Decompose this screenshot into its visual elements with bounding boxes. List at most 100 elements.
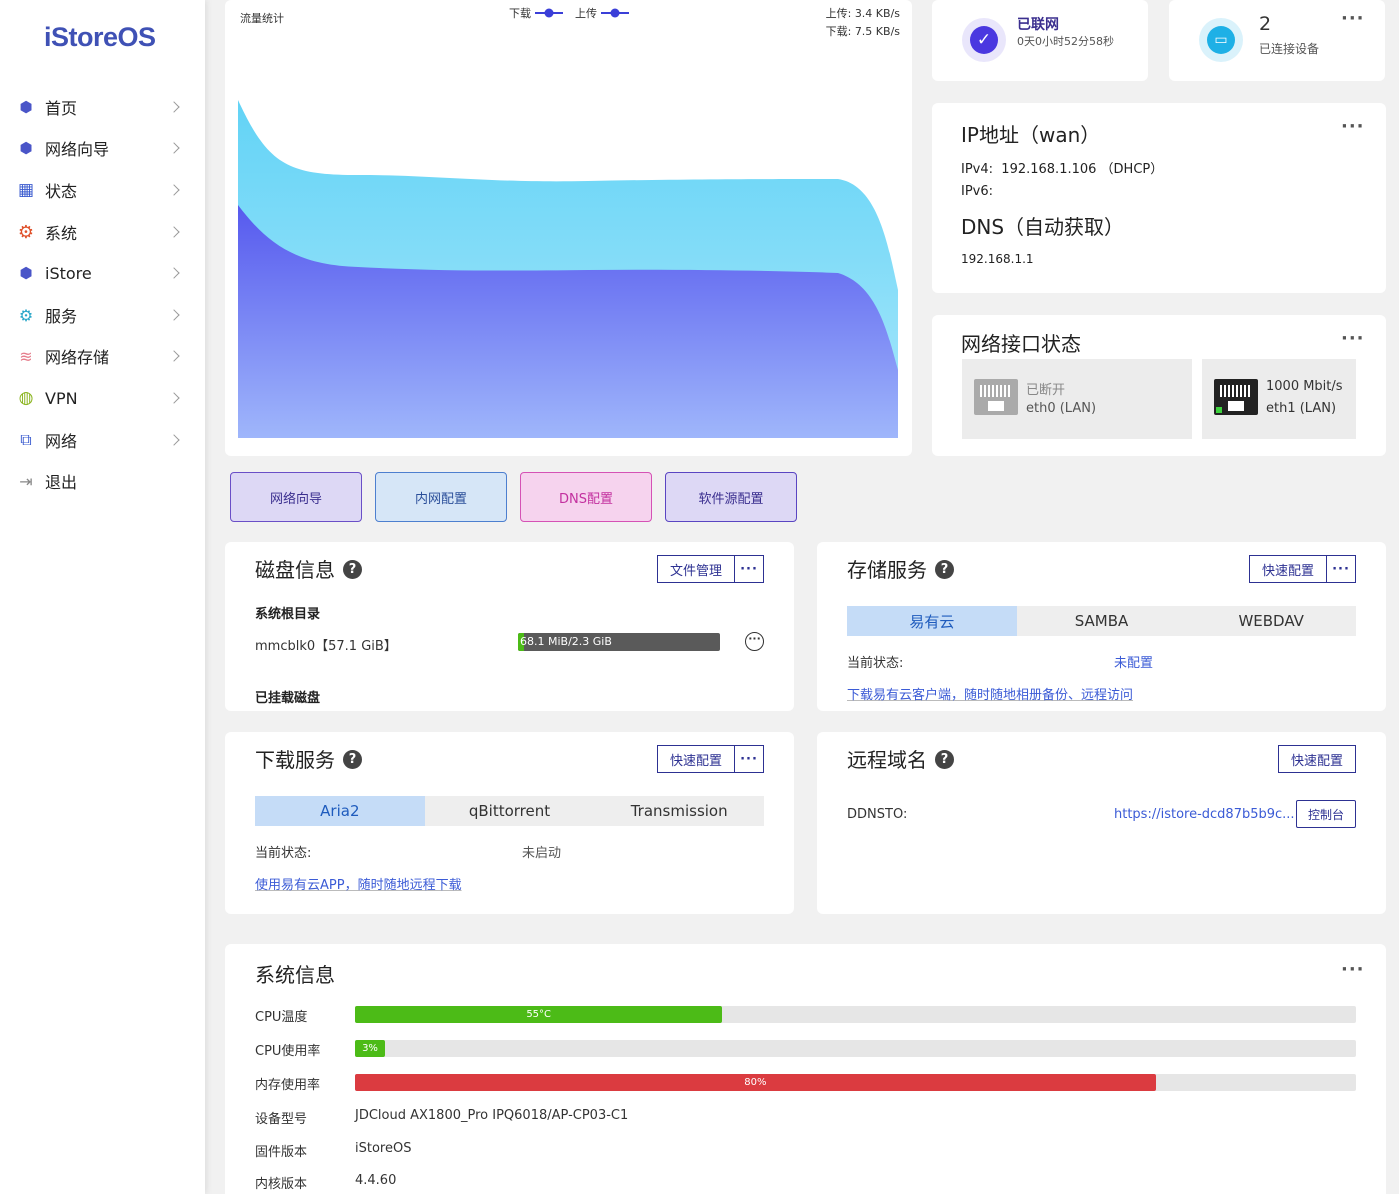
help-icon[interactable]: ? [935,560,954,579]
tab-yiyouyun[interactable]: 易有云 [847,606,1017,636]
dns-config-button[interactable]: DNS配置 [520,472,652,522]
traffic-speeds: 上传: 3.4 KB/s 下载: 7.5 KB/s [826,5,900,41]
quick-config-button[interactable]: 快速配置 [657,745,735,773]
port-name: eth1 (LAN) [1266,401,1337,416]
memory-usage-bar: 80% [355,1074,1356,1091]
sidebar-item-vpn[interactable]: ◍ VPN [0,378,205,418]
dns-title: DNS（自动获取） [961,215,1125,239]
storage-title: 存储服务? [847,554,954,583]
database-icon: ≋ [19,346,33,366]
cube-icon: ⬢ [19,98,33,116]
memory-usage-label: 内存使用率 [255,1078,321,1093]
network-wizard-button[interactable]: 网络向导 [230,472,362,522]
chevron-right-icon [168,392,180,404]
firmware-value: iStoreOS [355,1141,412,1156]
tab-samba[interactable]: SAMBA [1017,606,1187,636]
more-icon[interactable]: ··· [1341,10,1365,28]
console-button[interactable]: 控制台 [1296,800,1356,828]
more-button[interactable]: ··· [1326,555,1356,583]
more-button[interactable]: ··· [734,555,764,583]
sidebar-item-status[interactable]: ▦ 状态 [0,170,205,210]
legend-download-marker [535,8,563,18]
legend-upload-marker [601,8,629,18]
more-icon[interactable]: ··· [1341,118,1365,136]
port-eth0[interactable]: 已断开 eth0 (LAN) [962,359,1192,439]
root-dir-label: 系统根目录 [255,607,321,622]
legend-download-label: 下载 [509,7,531,20]
sysinfo-title: 系统信息 [255,963,335,987]
storage-tabs: 易有云 SAMBA WEBDAV [847,606,1356,636]
ethernet-port-icon [1214,379,1258,415]
status-value: 未配置 [1114,656,1154,671]
help-icon[interactable]: ? [343,750,362,769]
tab-aria2[interactable]: Aria2 [255,796,425,826]
network-icon: ⧉ [20,430,32,449]
sidebar-item-services[interactable]: ⚙ 服务 [0,295,205,335]
cpu-temp-fill: 55°C [355,1006,723,1023]
system-info-card: 系统信息 ··· [225,944,1386,1194]
download-speed: 下载: 7.5 KB/s [825,25,900,38]
grid-icon: ▦ [17,180,35,200]
more-icon[interactable]: ··· [1341,961,1365,979]
chevron-right-icon [168,184,180,196]
sidebar-item-label: 退出 [45,473,78,492]
ddnsto-url[interactable]: https://istore-dcd87b5b9c... [1114,807,1295,822]
ipv4-row: IPv4: 192.168.1.106 （DHCP） [961,162,1164,177]
device-label: 已连接设备 [1259,42,1320,56]
model-label: 设备型号 [255,1112,308,1127]
port-eth1[interactable]: 1000 Mbit/s eth1 (LAN) [1202,359,1356,439]
quick-config-button[interactable]: 快速配置 [1249,555,1327,583]
software-source-button[interactable]: 软件源配置 [665,472,797,522]
check-icon: ✓ [962,18,1006,62]
tab-qbittorrent[interactable]: qBittorrent [425,796,595,826]
more-button[interactable]: ··· [734,745,764,773]
dns-value: 192.168.1.1 [961,252,1034,266]
status-label: 当前状态: [847,656,904,671]
remote-domain-card: 远程域名? 快速配置 DDNSTO: https://istore-dcd87b… [817,732,1386,914]
device-icon: ▭ [1199,18,1243,62]
help-icon[interactable]: ? [935,750,954,769]
sidebar-item-network-wizard[interactable]: ⬢ 网络向导 [0,128,205,168]
chevron-right-icon [168,309,180,321]
chevron-right-icon [168,101,180,113]
sidebar-item-logout[interactable]: ⇥ 退出 [0,461,205,501]
tab-transmission[interactable]: Transmission [594,796,764,826]
disk-title: 磁盘信息? [255,554,362,583]
sidebar-item-label: 状态 [45,182,78,201]
port-status: 1000 Mbit/s [1266,379,1343,394]
cpu-usage-label: CPU使用率 [255,1044,321,1059]
more-icon[interactable]: ··· [1341,330,1365,348]
help-icon[interactable]: ? [343,560,362,579]
traffic-card: 流量统计 下载 上传 上传: 3.4 KB/s 下载: 7.5 KB/s [225,0,912,456]
lan-config-button[interactable]: 内网配置 [375,472,507,522]
chevron-right-icon [168,226,180,238]
memory-usage-fill: 80% [355,1074,1156,1091]
sidebar-item-label: 服务 [45,307,78,326]
sidebar-item-network[interactable]: ⧉ 网络 [0,420,205,460]
sidebar-item-label: 系统 [45,224,78,243]
chart-legend[interactable]: 下载 上传 [509,5,629,21]
storage-card: 存储服务? 快速配置 ··· 易有云 SAMBA WEBDAV 当前状态: 未配… [817,542,1386,711]
download-tabs: Aria2 qBittorrent Transmission [255,796,764,826]
device-count: 2 [1259,13,1272,35]
app-logo[interactable]: iStoreOS [44,22,156,53]
more-icon[interactable]: ··· [745,632,764,651]
globe-icon: ◍ [18,388,34,408]
cube-icon: ⬢ [19,139,33,157]
download-client-link[interactable]: 下载易有云客户端，随时随地相册备份、远程访问 [847,684,1133,703]
sidebar-item-system[interactable]: ⚙ 系统 [0,212,205,252]
sidebar-item-network-storage[interactable]: ≋ 网络存储 [0,336,205,376]
file-manager-button[interactable]: 文件管理 [657,555,735,583]
sidebar-item-istore[interactable]: ⬢ iStore [0,253,205,293]
interfaces-title: 网络接口状态 [961,332,1081,356]
upload-speed: 上传: 3.4 KB/s [825,7,900,20]
tab-webdav[interactable]: WEBDAV [1186,606,1356,636]
cpu-usage-fill: 3% [355,1040,386,1057]
ethernet-port-icon [974,379,1018,415]
remote-download-link[interactable]: 使用易有云APP，随时随地远程下载 [255,874,462,893]
chevron-right-icon [168,142,180,154]
model-value: JDCloud AX1800_Pro IPQ6018/AP-CP03-C1 [355,1108,629,1123]
port-name: eth0 (LAN) [1026,401,1097,416]
quick-config-button[interactable]: 快速配置 [1278,745,1356,773]
sidebar-item-home[interactable]: ⬢ 首页 [0,87,205,127]
